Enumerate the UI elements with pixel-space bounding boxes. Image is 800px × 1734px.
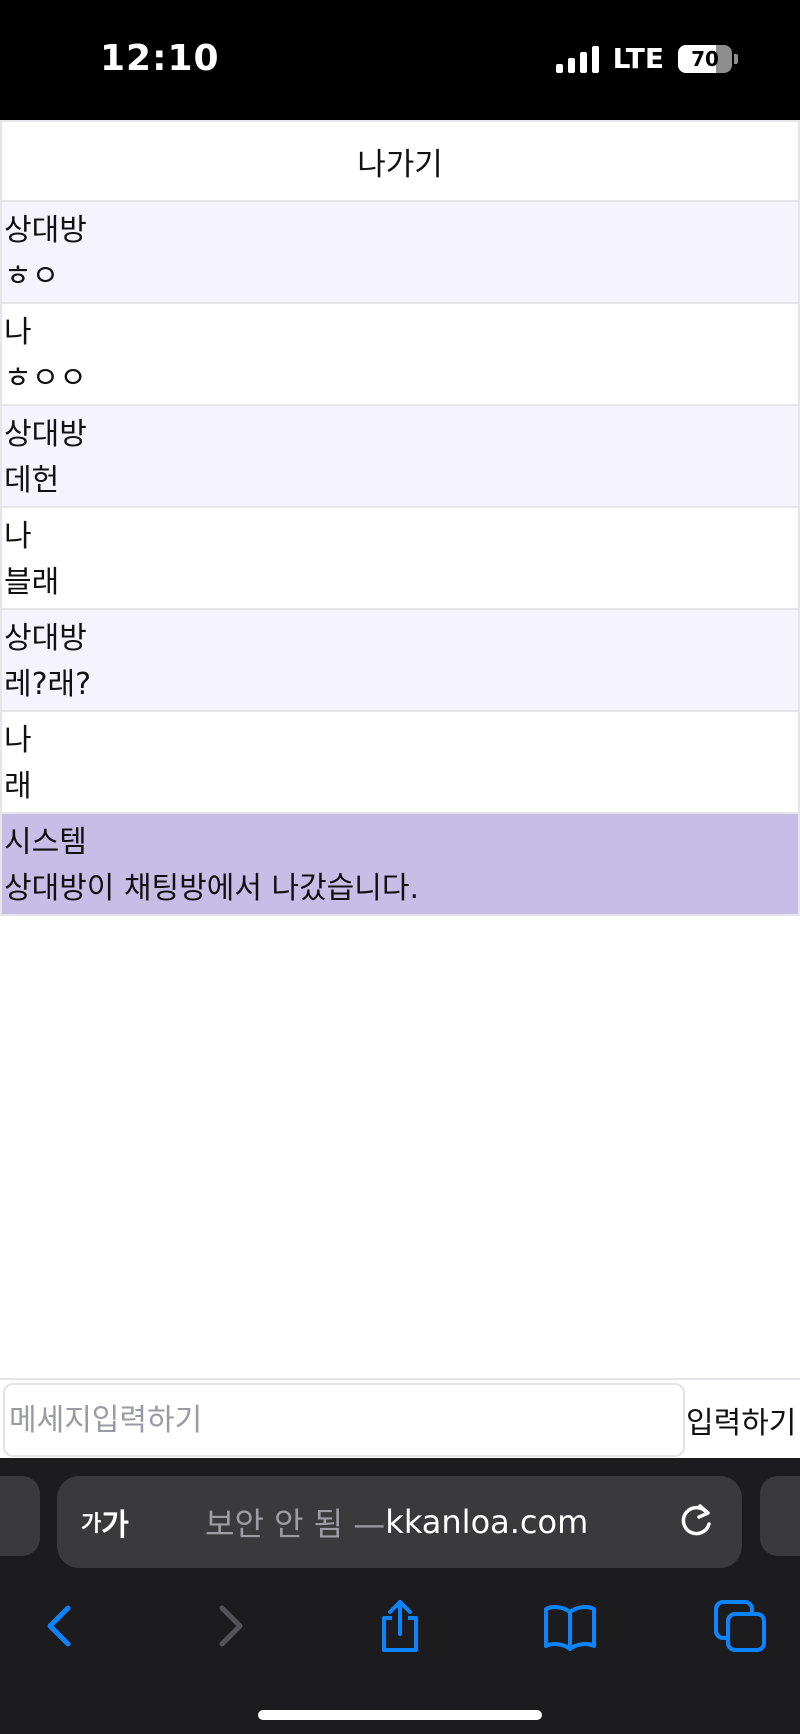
book-icon[interactable] [540,1596,600,1656]
status-time: 12:10 [100,38,220,79]
share-icon[interactable] [370,1596,430,1656]
browser-toolbar [0,1572,800,1734]
battery-cap [734,53,738,64]
message-sender: 나 [4,723,32,758]
message-sender: 상대방 [4,213,87,248]
message-list: 상대방 ㅎㅇ 나 ㅎㅇㅇ 상대방 데헌 나 블래 상대방 레?래? 나 래 시스… [0,202,800,916]
message-text: ㅎㅇㅇ [4,361,87,396]
status-bar: 12:10 LTE 70 [0,0,800,120]
message-input[interactable] [3,1383,685,1457]
network-type: LTE [612,42,664,75]
reload-icon[interactable] [674,1500,718,1544]
message-text: 데헌 [4,463,60,498]
message-item: 나 블래 [0,508,800,610]
message-item: 나 ㅎㅇㅇ [0,304,800,406]
message-text: 상대방이 채팅방에서 나갔습니다. [4,871,420,906]
previous-tab-preview[interactable] [0,1476,40,1556]
message-sender: 상대방 [4,417,87,452]
tabs-icon[interactable] [710,1596,770,1656]
aa-small-label: 가 [81,1512,102,1537]
message-item: 상대방 데헌 [0,406,800,508]
message-sender: 나 [4,519,32,554]
message-text: ㅎㅇ [4,259,60,294]
message-item: 나 래 [0,712,800,814]
home-indicator[interactable] [258,1710,542,1720]
message-sender: 시스템 [4,825,87,860]
not-secure-label: 보안 안 됨 — [205,1505,386,1543]
url-domain: kkanloa.com [385,1503,589,1541]
battery-icon: 70 [678,44,732,73]
message-text: 블래 [4,565,60,600]
chevron-left-icon[interactable] [30,1596,90,1656]
send-button[interactable]: 입력하기 [686,1380,800,1460]
page-settings-button[interactable]: 가가 [81,1476,129,1568]
message-text: 래 [4,769,32,804]
message-sender: 상대방 [4,621,87,656]
system-message: 시스템 상대방이 채팅방에서 나갔습니다. [0,814,800,916]
browser-address-area: 가가 보안 안 됨 — kkanloa.com [0,1458,800,1572]
message-sender: 나 [4,315,32,350]
cellular-signal-icon [555,45,599,73]
status-indicators: LTE 70 [555,42,738,75]
url-display[interactable]: 보안 안 됨 — kkanloa.com [205,1476,588,1568]
message-composer: 입력하기 [0,1378,800,1458]
message-item: 상대방 ㅎㅇ [0,202,800,304]
message-text: 레?래? [4,667,92,702]
aa-large-label: 가 [101,1508,129,1543]
address-bar[interactable]: 가가 보안 안 됨 — kkanloa.com [57,1476,742,1568]
battery-level: 70 [691,46,719,71]
message-item: 상대방 레?래? [0,610,800,712]
next-tab-preview[interactable] [760,1476,800,1556]
exit-button[interactable]: 나가기 [0,120,800,202]
chevron-right-icon[interactable] [200,1596,260,1656]
